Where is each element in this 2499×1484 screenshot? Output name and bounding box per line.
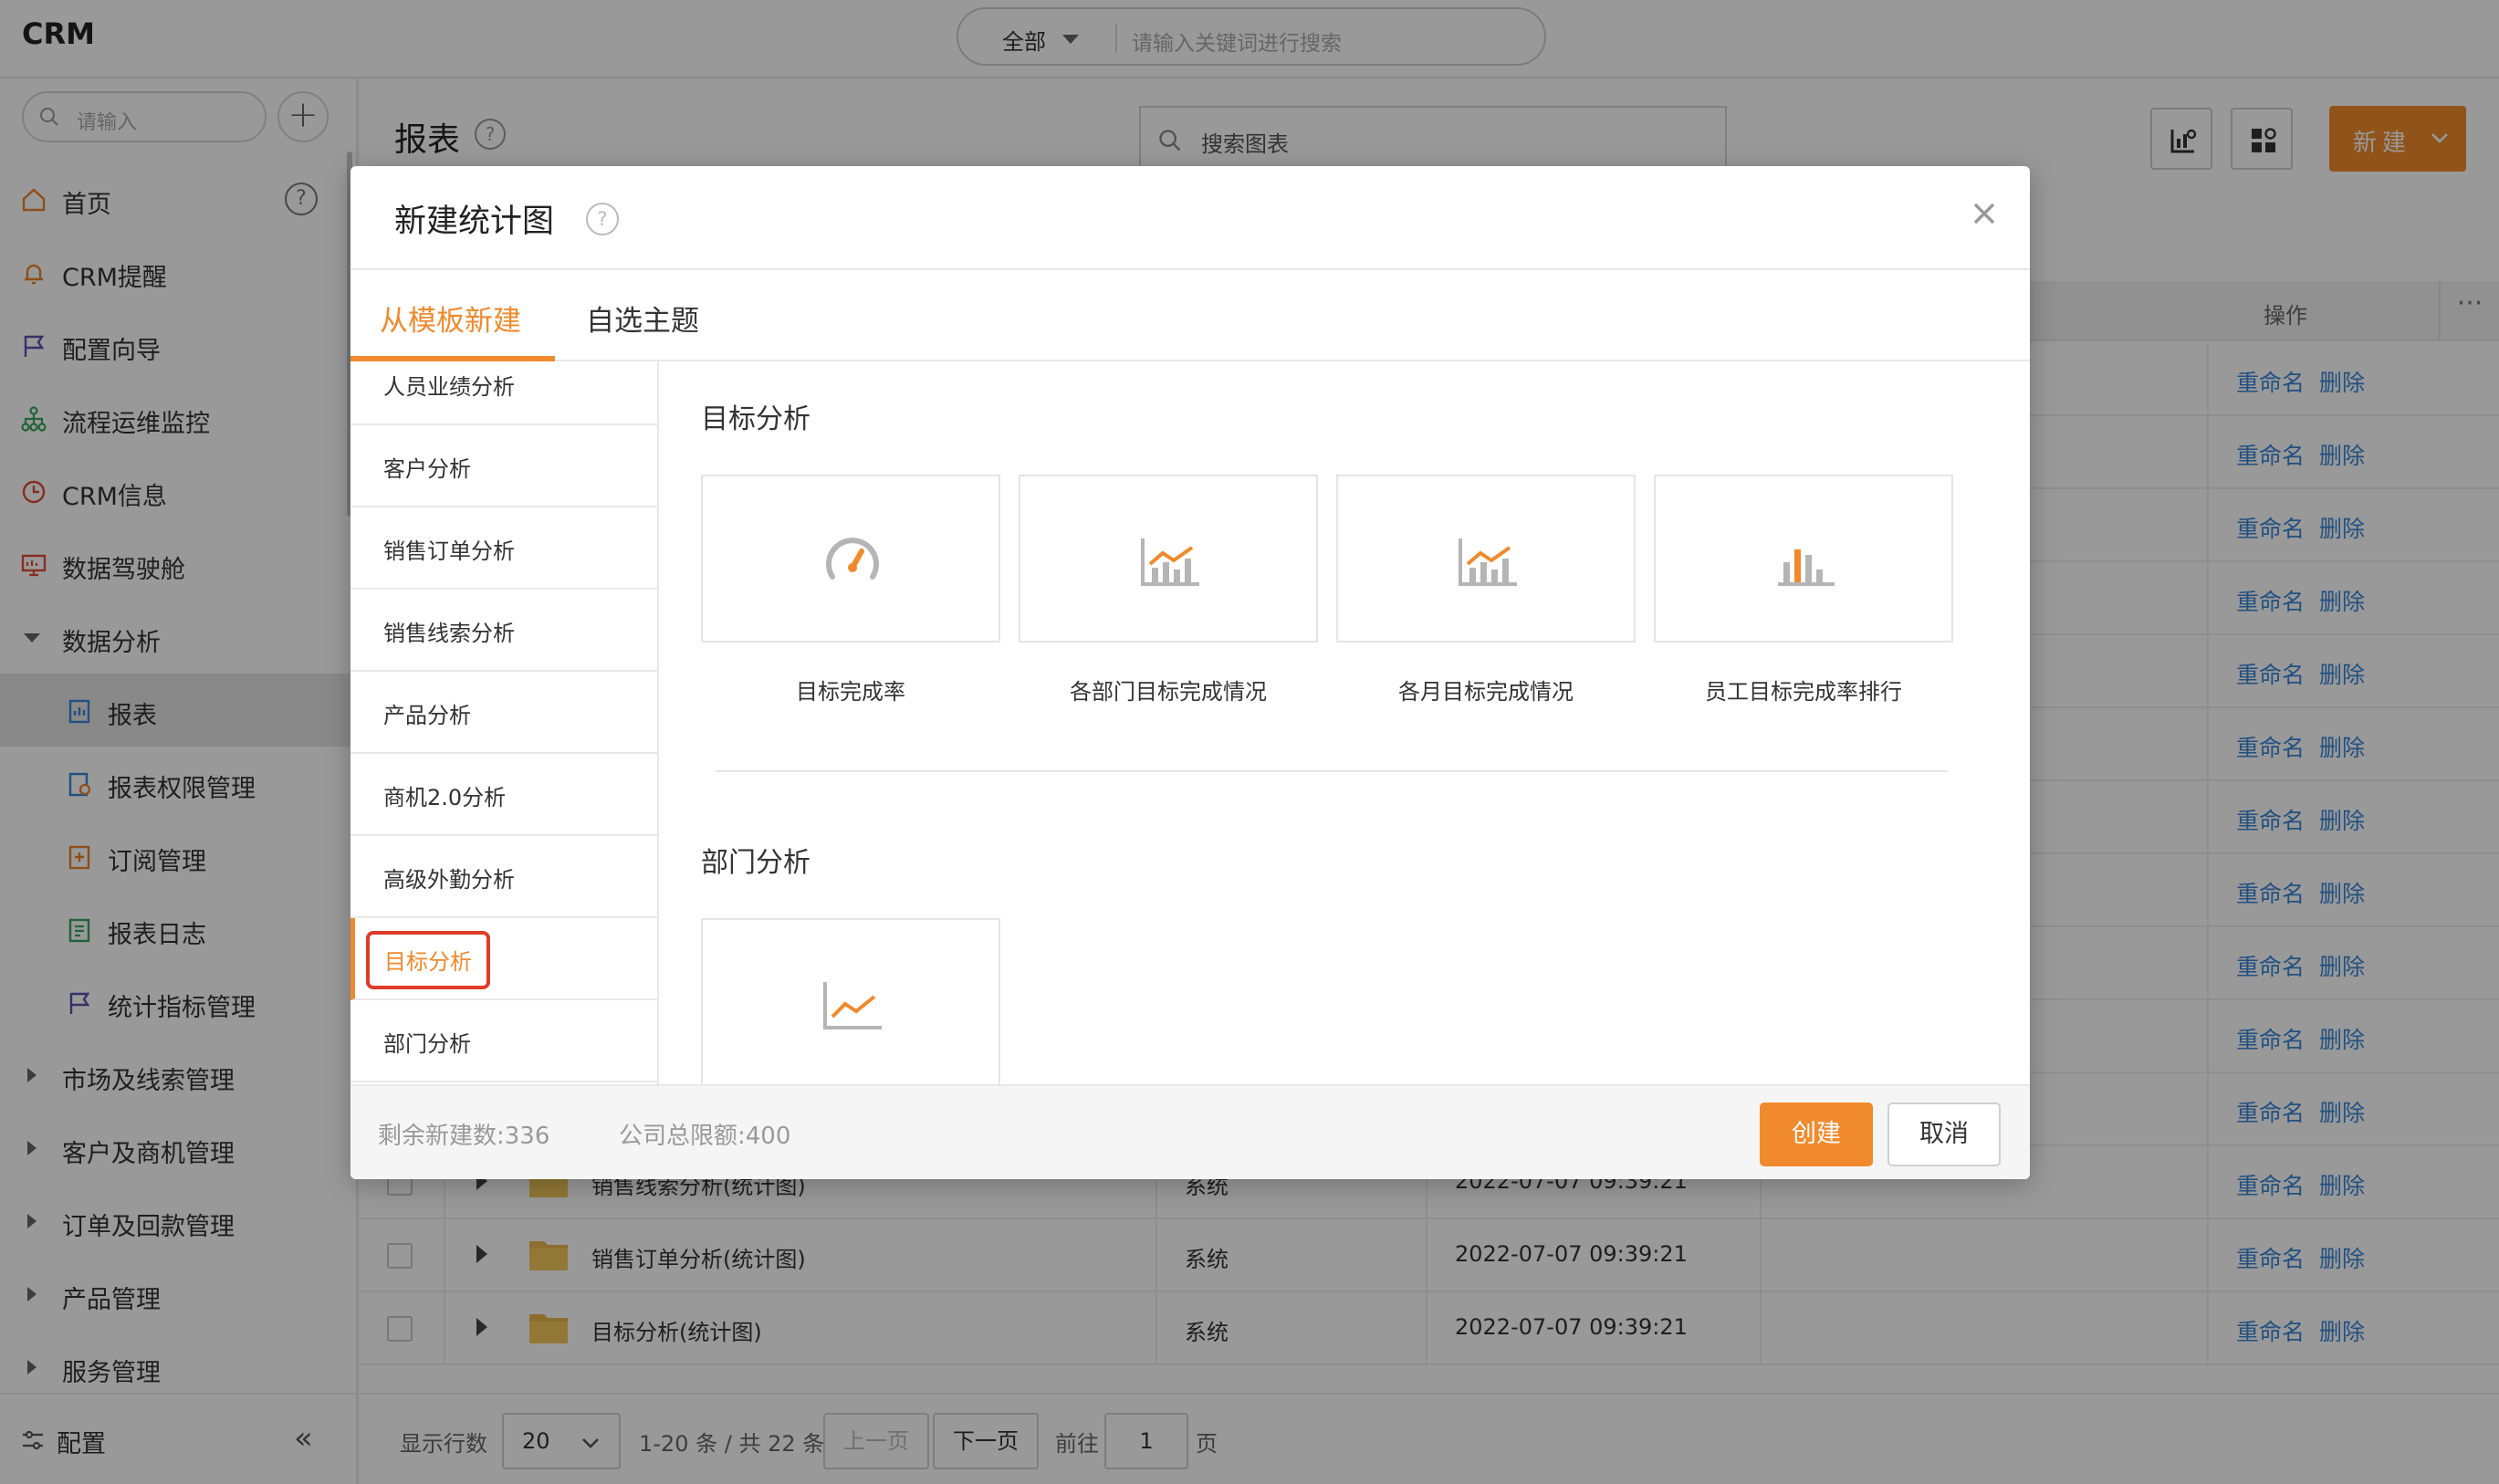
new-chart-dialog: 新建统计图 ? 从模板新建 自选主题 人员业绩分析 客户分析 销售订单分析 销售… xyxy=(350,166,2030,1179)
category-label: 商机2.0分析 xyxy=(383,785,507,810)
category-item[interactable]: 销售订单分析 xyxy=(350,507,657,590)
template-card[interactable] xyxy=(1654,475,1953,643)
category-item[interactable]: 高级外勤分析 xyxy=(350,836,657,918)
template-label: 各部门目标完成情况 xyxy=(1070,679,1267,705)
bar-chart-icon xyxy=(1778,549,1835,586)
category-item[interactable]: 商机2.0分析 xyxy=(350,754,657,836)
template-card[interactable] xyxy=(701,918,1000,1084)
template-card[interactable] xyxy=(701,475,1000,643)
template-label: 目标完成率 xyxy=(796,679,905,705)
category-item[interactable]: 部门分析 xyxy=(350,1000,657,1082)
section-divider xyxy=(716,770,1948,772)
company-limit: 公司总限额:400 xyxy=(619,1123,791,1150)
gauge-icon xyxy=(826,538,879,580)
tab-from-template[interactable]: 从模板新建 xyxy=(380,298,521,339)
create-button[interactable]: 创建 xyxy=(1760,1103,1873,1166)
category-label: 销售订单分析 xyxy=(383,538,515,564)
template-gallery: 目标分析 目标完成率 各部门目标完成情况 各月目标完成情况 员工目标完成率排行 … xyxy=(661,361,2030,1084)
template-label: 各月目标完成情况 xyxy=(1398,679,1574,705)
section-title: 目标分析 xyxy=(701,403,810,435)
bar-line-chart-icon xyxy=(1141,538,1199,586)
category-item-selected[interactable]: 目标分析 xyxy=(350,918,657,1000)
line-chart-icon xyxy=(823,982,882,1029)
category-item[interactable]: 销售线索分析 xyxy=(350,590,657,672)
template-card[interactable] xyxy=(1019,475,1318,643)
bar-line-chart-icon xyxy=(1459,538,1517,586)
category-label: 人员业绩分析 xyxy=(383,374,515,400)
help-icon[interactable]: ? xyxy=(586,203,619,235)
category-label: 部门分析 xyxy=(383,1031,471,1057)
category-label: 销售线索分析 xyxy=(383,621,515,646)
section-title: 部门分析 xyxy=(701,847,810,879)
dialog-tabs: 从模板新建 自选主题 xyxy=(350,270,2030,361)
template-card[interactable] xyxy=(1336,475,1636,643)
category-label: 客户分析 xyxy=(383,456,471,482)
category-item[interactable]: 产品分析 xyxy=(350,672,657,754)
category-item[interactable]: 客户分析 xyxy=(350,425,657,507)
dialog-title: 新建统计图 xyxy=(394,204,555,240)
category-label: 目标分析 xyxy=(384,949,472,975)
category-label: 高级外勤分析 xyxy=(383,867,515,893)
template-label: 员工目标完成率排行 xyxy=(1705,679,1902,705)
category-label: 产品分析 xyxy=(383,703,471,728)
category-list: 人员业绩分析 客户分析 销售订单分析 销售线索分析 产品分析 商机2.0分析 高… xyxy=(350,361,659,1084)
close-icon[interactable] xyxy=(1966,195,2002,232)
tab-custom-theme[interactable]: 自选主题 xyxy=(586,298,699,339)
remaining-quota: 剩余新建数:336 xyxy=(378,1123,550,1150)
dialog-footer: 剩余新建数:336 公司总限额:400 创建 取消 xyxy=(350,1084,2030,1179)
cancel-button[interactable]: 取消 xyxy=(1887,1103,2001,1166)
category-item[interactable]: 人员业绩分析 xyxy=(350,361,657,425)
